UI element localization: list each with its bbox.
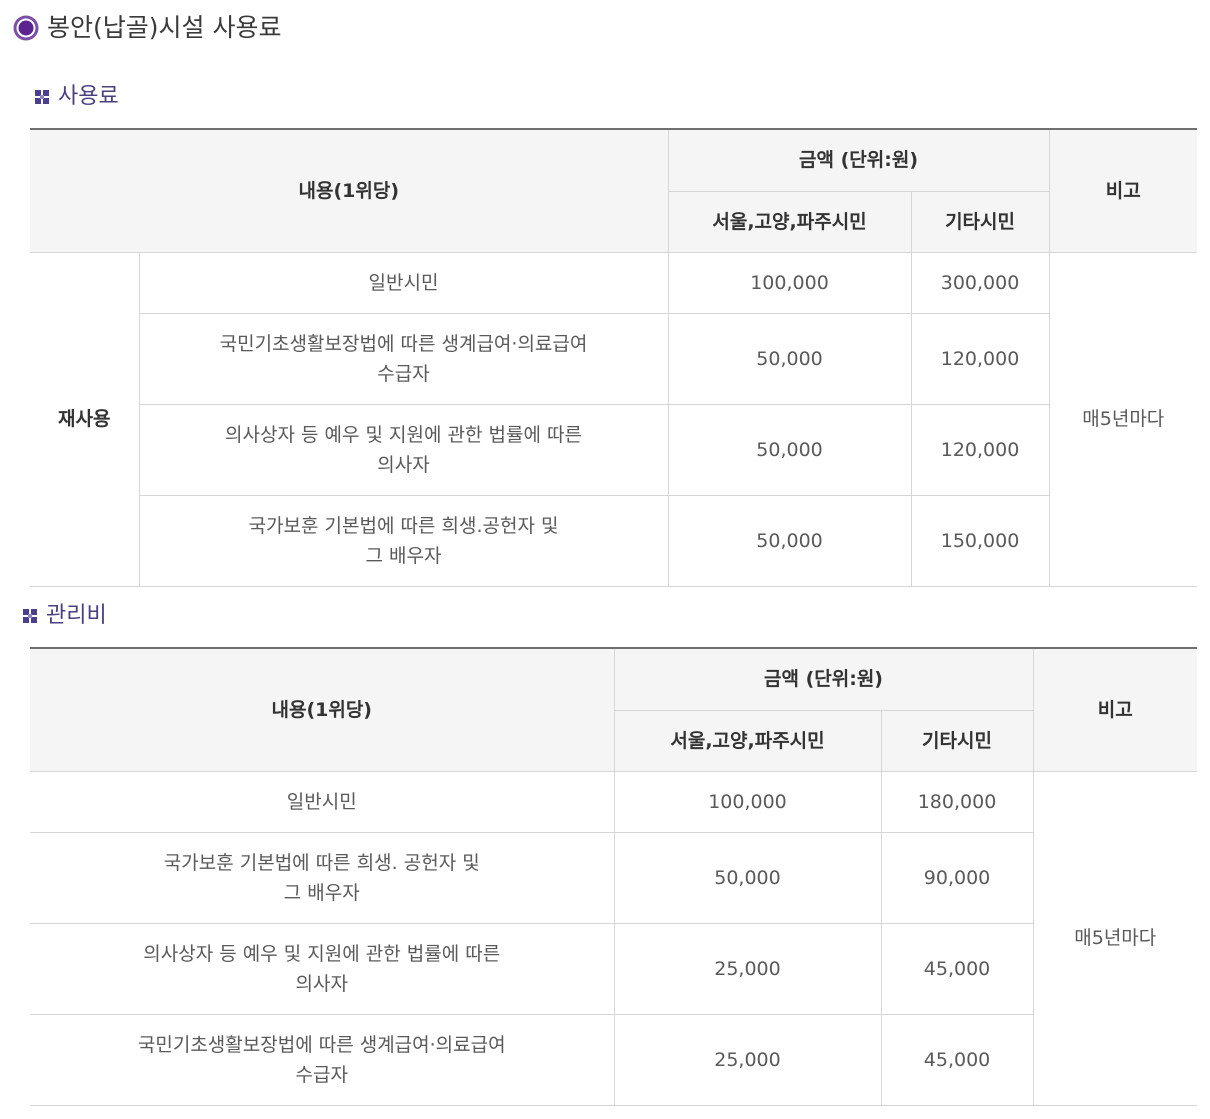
row-label: 의사상자 등 예우 및 지원에 관한 법률에 따른 의사자 bbox=[138, 403, 669, 496]
row-label-line: 수급자 bbox=[295, 1063, 348, 1086]
table-row: 일반시민 100,000 180,000 매5년마다 bbox=[30, 770, 1198, 1106]
row-label-line: 그 배우자 bbox=[283, 881, 360, 904]
row-label-line: 국가보훈 기본법에 따른 희생. 공헌자 및 bbox=[163, 851, 480, 874]
header-other-residents: 기타시민 bbox=[880, 709, 1034, 772]
row-label-line: 의사자 bbox=[295, 972, 348, 995]
header-content: 내용(1위당) bbox=[30, 647, 615, 772]
row-label-line: 그 배우자 bbox=[365, 544, 442, 567]
row-label-line: 일반시민 bbox=[286, 790, 357, 813]
row-label: 국민기초생활보장법에 따른 생계급여·의료급여 수급자 bbox=[138, 312, 669, 405]
row-label: 국가보훈 기본법에 따른 희생.공헌자 및 그 배우자 bbox=[138, 494, 669, 587]
other-fee: 120,000 bbox=[910, 403, 1050, 496]
table-row: 국민기초생활보장법에 따른 생계급여·의료급여 수급자 25,000 45,00… bbox=[30, 1013, 1197, 1106]
page-title-text: 봉안(납골)시설 사용료 bbox=[47, 13, 282, 42]
other-fee: 300,000 bbox=[910, 251, 1050, 314]
table-row: 국가보훈 기본법에 따른 희생.공헌자 및 그 배우자 50,000 150,0… bbox=[30, 494, 1197, 587]
local-fee: 25,000 bbox=[613, 1013, 882, 1106]
note-cell: 매5년마다 bbox=[1048, 251, 1198, 587]
other-fee: 180,000 bbox=[880, 770, 1034, 833]
other-fee: 45,000 bbox=[880, 1013, 1034, 1106]
row-label: 일반시민 bbox=[138, 251, 669, 314]
local-fee: 50,000 bbox=[667, 494, 912, 587]
table-header-row: 내용(1위당) 금액 (단위:원) 비고 bbox=[30, 647, 1198, 772]
usage-fee-heading-text: 사용료 bbox=[58, 84, 119, 109]
other-fee: 45,000 bbox=[880, 922, 1034, 1015]
header-local-residents: 서울,고양,파주시민 bbox=[667, 190, 912, 253]
row-label-line: 국민기초생활보장법에 따른 생계급여·의료급여 bbox=[137, 1033, 506, 1056]
row-label: 국민기초생활보장법에 따른 생계급여·의료급여 수급자 bbox=[30, 1013, 615, 1106]
group-label: 재사용 bbox=[30, 251, 140, 587]
table-header-row: 내용(1위당) 금액 (단위:원) 비고 bbox=[30, 128, 1198, 253]
local-fee: 100,000 bbox=[667, 251, 912, 314]
section-bullet-icon bbox=[23, 609, 37, 623]
management-fee-heading-text: 관리비 bbox=[46, 603, 107, 628]
table-row: 의사상자 등 예우 및 지원에 관한 법률에 따른 의사자 50,000 120… bbox=[30, 403, 1197, 496]
table-row: 국민기초생활보장법에 따른 생계급여·의료급여 수급자 50,000 120,0… bbox=[30, 312, 1197, 405]
row-label-line: 일반시민 bbox=[368, 271, 439, 294]
other-fee: 90,000 bbox=[880, 831, 1034, 924]
usage-fee-table: 내용(1위당) 금액 (단위:원) 비고 서울,고양,파주시민 기타시민 재사용… bbox=[30, 128, 1198, 587]
local-fee: 50,000 bbox=[667, 403, 912, 496]
row-label-line: 의사상자 등 예우 및 지원에 관한 법률에 따른 bbox=[225, 423, 582, 446]
local-fee: 50,000 bbox=[667, 312, 912, 405]
row-label-line: 의사자 bbox=[377, 453, 430, 476]
management-fee-table: 내용(1위당) 금액 (단위:원) 비고 서울,고양,파주시민 기타시민 일반시… bbox=[30, 647, 1198, 1106]
row-label: 국가보훈 기본법에 따른 희생. 공헌자 및 그 배우자 bbox=[30, 831, 615, 924]
section-bullet-icon bbox=[35, 90, 49, 104]
row-label-line: 국민기초생활보장법에 따른 생계급여·의료급여 bbox=[219, 332, 588, 355]
header-content: 내용(1위당) bbox=[30, 128, 669, 253]
row-label-line: 의사상자 등 예우 및 지원에 관한 법률에 따른 bbox=[143, 942, 501, 965]
header-amount: 금액 (단위:원) bbox=[613, 647, 1034, 711]
table-row: 의사상자 등 예우 및 지원에 관한 법률에 따른 의사자 25,000 45,… bbox=[30, 922, 1197, 1015]
header-other-residents: 기타시민 bbox=[910, 190, 1050, 253]
page-title: 봉안(납골)시설 사용료 bbox=[13, 12, 281, 44]
other-fee: 120,000 bbox=[910, 312, 1050, 405]
note-cell: 매5년마다 bbox=[1032, 770, 1198, 1106]
row-label: 일반시민 bbox=[30, 770, 615, 833]
header-note: 비고 bbox=[1048, 128, 1198, 253]
row-label: 의사상자 등 예우 및 지원에 관한 법률에 따른 의사자 bbox=[30, 922, 615, 1015]
local-fee: 50,000 bbox=[613, 831, 882, 924]
table-row: 국가보훈 기본법에 따른 희생. 공헌자 및 그 배우자 50,000 90,0… bbox=[30, 831, 1197, 924]
header-note: 비고 bbox=[1032, 647, 1198, 772]
local-fee: 25,000 bbox=[613, 922, 882, 1015]
table-row: 재사용 일반시민 100,000 300,000 매5년마다 bbox=[30, 251, 1198, 587]
other-fee: 150,000 bbox=[910, 494, 1050, 587]
local-fee: 100,000 bbox=[613, 770, 882, 833]
radio-bullet-icon bbox=[13, 15, 39, 41]
row-label-line: 국가보훈 기본법에 따른 희생.공헌자 및 bbox=[248, 514, 559, 537]
management-fee-heading: 관리비 bbox=[23, 601, 107, 631]
header-local-residents: 서울,고양,파주시민 bbox=[613, 709, 882, 772]
row-label-line: 수급자 bbox=[377, 362, 430, 385]
usage-fee-heading: 사용료 bbox=[35, 82, 119, 112]
header-amount: 금액 (단위:원) bbox=[667, 128, 1050, 192]
